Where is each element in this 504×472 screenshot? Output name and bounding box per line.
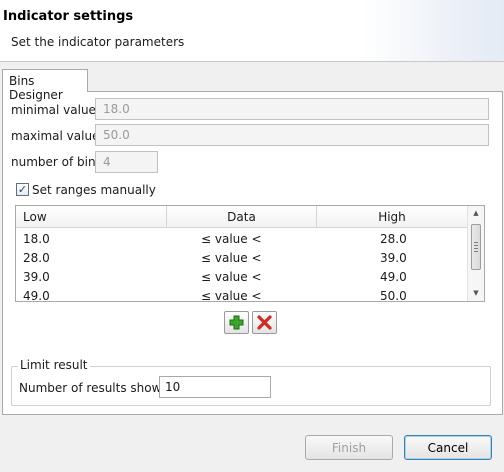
column-header-data[interactable]: Data [167,206,317,228]
number-of-bins-label: number of bins [11,155,102,169]
cell-high: 39.0 [380,251,407,265]
remove-row-button[interactable] [252,311,277,334]
cancel-button[interactable]: Cancel [404,435,492,460]
plus-icon [229,315,244,330]
cell-low: 39.0 [23,270,50,284]
results-shown-label: Number of results shown: [19,381,174,395]
dialog-subtitle: Set the indicator parameters [11,35,185,49]
cell-data: ≤ value < [201,289,262,302]
set-ranges-label[interactable]: Set ranges manually [32,183,156,197]
table-header: Low Data High [16,206,467,228]
table-row[interactable]: 28.0 ≤ value < 39.0 [16,249,467,268]
number-of-bins-field: 4 [95,151,158,173]
minimal-value-field: 18.0 [95,98,489,120]
add-row-button[interactable] [224,311,249,334]
dialog-header: Indicator settings Set the indicator par… [0,0,504,62]
cell-high: 28.0 [380,232,407,246]
table-scrollbar[interactable]: ▲ ▼ [467,206,484,301]
dialog-title: Indicator settings [3,9,134,24]
scroll-down-icon[interactable]: ▼ [468,289,484,297]
minimal-value-label: minimal value [11,103,96,117]
cell-data: ≤ value < [201,232,262,246]
cell-data: ≤ value < [201,251,262,265]
tab-bins-designer[interactable]: Bins Designer [2,69,88,102]
grip-line [474,251,478,252]
grip-line [474,242,478,243]
maximal-value-label: maximal value [11,129,100,143]
set-ranges-checkbox[interactable]: ✓ [16,183,29,196]
cell-low: 49.0 [23,289,50,302]
finish-button[interactable]: Finish [305,435,393,460]
results-shown-input[interactable]: 10 [159,376,271,398]
cell-data: ≤ value < [201,270,262,284]
ranges-table: Low Data High 18.0 ≤ value < 28.0 28.0 ≤… [15,205,485,302]
table-row[interactable]: 49.0 ≤ value < 50.0 [16,287,467,302]
column-header-high[interactable]: High [317,206,467,228]
table-row[interactable]: 39.0 ≤ value < 49.0 [16,268,467,287]
column-header-low[interactable]: Low [16,206,167,228]
cell-low: 28.0 [23,251,50,265]
maximal-value-field: 50.0 [95,124,489,146]
grip-line [474,248,478,249]
scroll-thumb[interactable] [471,224,481,270]
cell-high: 50.0 [380,289,407,302]
limit-result-title: Limit result [18,358,90,372]
delete-icon [257,315,272,330]
scroll-up-icon[interactable]: ▲ [468,209,484,217]
grip-line [474,245,478,246]
table-row[interactable]: 18.0 ≤ value < 28.0 [16,230,467,249]
cell-high: 49.0 [380,270,407,284]
cell-low: 18.0 [23,232,50,246]
